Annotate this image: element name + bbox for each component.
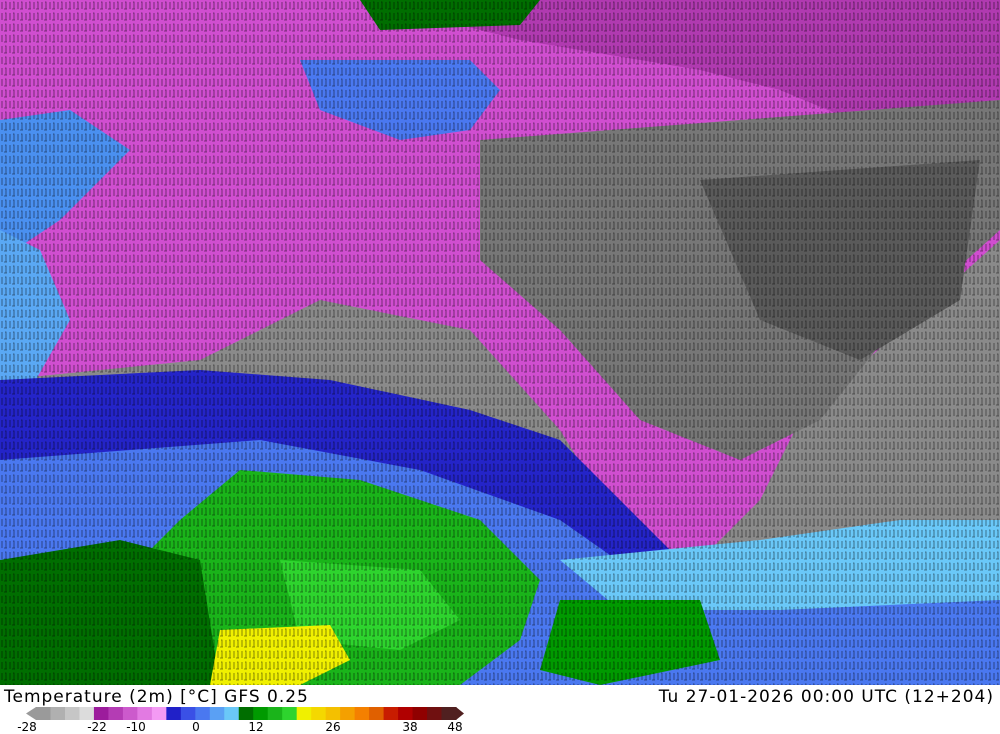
value-digits-overlay [0, 0, 1000, 685]
scale-swatch [296, 707, 312, 720]
scale-swatch [427, 707, 443, 720]
scale-swatch [383, 707, 399, 720]
scale-tick-label: 38 [402, 720, 418, 734]
scale-swatch [50, 707, 66, 720]
temperature-map [0, 0, 1000, 685]
scale-swatch [253, 707, 269, 720]
scale-swatch [93, 707, 109, 720]
scale-tick-label: 48 [447, 720, 463, 734]
scale-swatch [180, 707, 196, 720]
scale-swatch [340, 707, 356, 720]
scale-swatch [195, 707, 211, 720]
scale-arrow-left [26, 707, 36, 720]
scale-swatch [282, 707, 298, 720]
scale-tick-label: 26 [325, 720, 341, 734]
scale-swatch [137, 707, 153, 720]
scale-swatch [36, 707, 51, 720]
scale-tick-label: 0 [192, 720, 200, 734]
scale-swatch [412, 707, 428, 720]
scale-tick-label: -10 [126, 720, 146, 734]
product-title: Temperature (2m) [°C] GFS 0.25 [4, 687, 309, 707]
scale-swatch [369, 707, 385, 720]
scale-swatch [64, 707, 80, 720]
scale-swatch [325, 707, 341, 720]
map-field [0, 0, 1000, 685]
scale-arrow-right [456, 707, 464, 720]
scale-swatch [166, 707, 182, 720]
color-scale-labels: -28 -22 -10 0 12 26 38 48 [0, 720, 500, 734]
scale-swatch [151, 707, 167, 720]
scale-swatch [224, 707, 240, 720]
scale-swatch [209, 707, 225, 720]
scale-swatch [238, 707, 254, 720]
valid-time: Tu 27-01-2026 00:00 UTC (12+204) [658, 687, 994, 707]
scale-swatch [354, 707, 370, 720]
scale-swatch [79, 707, 95, 720]
map-footer: Temperature (2m) [°C] GFS 0.25 Tu 27-01-… [0, 685, 1000, 734]
scale-tick-label: 12 [248, 720, 264, 734]
scale-swatch [108, 707, 124, 720]
scale-tick-label: -28 [17, 720, 37, 734]
scale-tick-label: -22 [87, 720, 107, 734]
scale-swatch [398, 707, 414, 720]
scale-swatch [267, 707, 283, 720]
scale-swatch [122, 707, 138, 720]
scale-swatch [311, 707, 327, 720]
color-scale-bar [26, 707, 464, 720]
scale-swatch [441, 707, 457, 720]
